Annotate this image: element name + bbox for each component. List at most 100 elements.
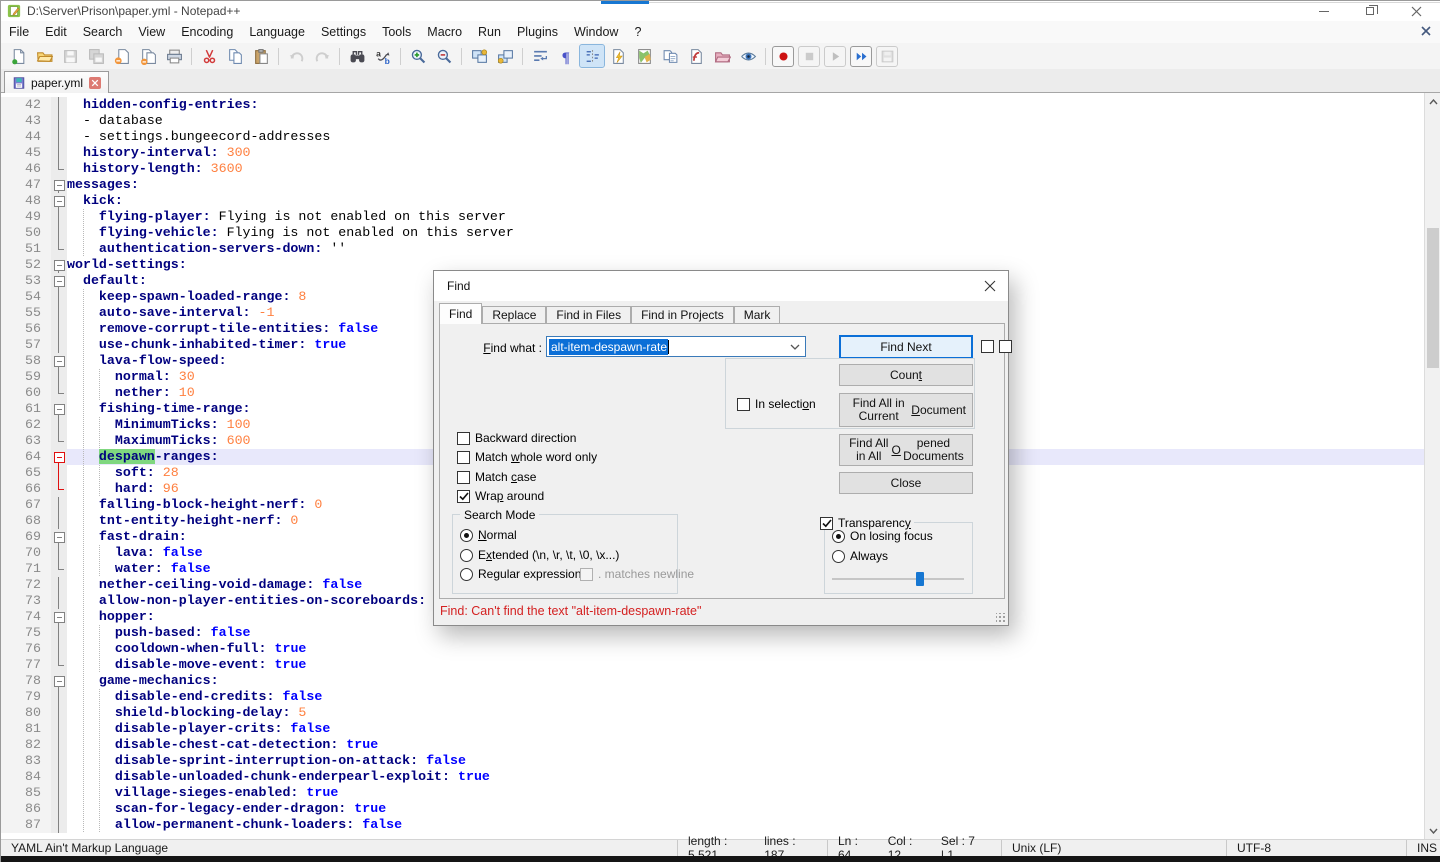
find-what-combobox[interactable]: alt-item-despawn-rate — [546, 336, 806, 357]
radio-always[interactable]: Always — [832, 549, 888, 563]
fold-toggle-icon[interactable] — [51, 257, 67, 273]
menu-item-search[interactable]: Search — [75, 21, 131, 43]
find-next-button[interactable]: Find Next — [839, 335, 973, 359]
folder-as-workspace-icon[interactable] — [710, 45, 734, 67]
menu-item-language[interactable]: Language — [241, 21, 313, 43]
code-line-86[interactable]: 86 scan-for-legacy-ender-dragon: true — [1, 801, 1424, 817]
radio-circle[interactable] — [832, 550, 845, 563]
fold-toggle-icon[interactable] — [51, 449, 67, 465]
checkbox-box[interactable] — [457, 432, 470, 445]
find-dialog-tab-find[interactable]: Find — [439, 303, 482, 324]
fold-toggle-icon[interactable] — [51, 177, 67, 193]
vertical-scrollbar[interactable] — [1424, 93, 1440, 839]
find-dialog-tab-find-in-projects[interactable]: Find in Projects — [631, 306, 734, 324]
monitoring-icon[interactable] — [736, 45, 760, 67]
close-document-x-button[interactable] — [1417, 22, 1435, 40]
scroll-down-arrow[interactable] — [1425, 822, 1440, 839]
checkbox-box[interactable] — [457, 471, 470, 484]
checkbox-wrap-around[interactable]: Wrap around — [457, 489, 544, 503]
checkbox-box[interactable] — [580, 568, 593, 581]
checkbox-box[interactable] — [820, 517, 833, 530]
code-line-75[interactable]: 75 push-based: false — [1, 625, 1424, 641]
word-wrap-icon[interactable] — [528, 45, 552, 67]
checkbox-box[interactable] — [457, 451, 470, 464]
code-line-46[interactable]: 46 history-length: 3600 — [1, 161, 1424, 177]
menu-item-file[interactable]: File — [1, 21, 37, 43]
zoom-in-icon[interactable] — [406, 45, 430, 67]
menu-item-encoding[interactable]: Encoding — [173, 21, 241, 43]
indent-guide-icon[interactable] — [580, 45, 604, 67]
macro-run-multiple-icon[interactable] — [851, 47, 871, 66]
menu-item-tools[interactable]: Tools — [374, 21, 419, 43]
close-button[interactable] — [1399, 1, 1433, 21]
fold-toggle-icon[interactable] — [51, 401, 67, 417]
print-icon[interactable] — [162, 45, 186, 67]
code-line-45[interactable]: 45 history-interval: 300 — [1, 145, 1424, 161]
code-line-51[interactable]: 51 authentication-servers-down: '' — [1, 241, 1424, 257]
menu-item-view[interactable]: View — [130, 21, 173, 43]
code-line-47[interactable]: 47messages: — [1, 177, 1424, 193]
open-file-icon[interactable] — [32, 45, 56, 67]
menu-item-plugins[interactable]: Plugins — [509, 21, 566, 43]
radio-circle[interactable] — [460, 529, 473, 542]
in-selection-checkbox[interactable]: In selection — [737, 397, 816, 411]
count-button[interactable]: Count — [839, 364, 973, 386]
define-language-icon[interactable] — [606, 45, 630, 67]
checkbox-backward-direction[interactable]: Backward direction — [457, 431, 576, 445]
fold-toggle-icon[interactable] — [51, 609, 67, 625]
tab-close-icon[interactable] — [89, 77, 101, 89]
menu-item-help[interactable]: ? — [626, 21, 649, 43]
fold-toggle-icon[interactable] — [51, 273, 67, 289]
chevron-down-icon[interactable] — [790, 344, 800, 350]
find-icon[interactable] — [345, 45, 369, 67]
menu-item-settings[interactable]: Settings — [313, 21, 374, 43]
code-line-87[interactable]: 87 allow-permanent-chunk-loaders: false — [1, 817, 1424, 833]
paste-icon[interactable] — [249, 45, 273, 67]
radio-circle[interactable] — [460, 568, 473, 581]
code-line-76[interactable]: 76 cooldown-when-full: true — [1, 641, 1424, 657]
find-dialog-title-bar[interactable]: Find — [434, 271, 1008, 301]
code-line-80[interactable]: 80 shield-blocking-delay: 5 — [1, 705, 1424, 721]
menu-item-run[interactable]: Run — [470, 21, 509, 43]
close-all-icon[interactable] — [136, 45, 160, 67]
copy-icon[interactable] — [223, 45, 247, 67]
code-line-79[interactable]: 79 disable-end-credits: false — [1, 689, 1424, 705]
replace-icon[interactable]: ab — [371, 45, 395, 67]
close-find-button[interactable]: Close — [839, 472, 973, 494]
code-line-78[interactable]: 78 game-mechanics: — [1, 673, 1424, 689]
cut-icon[interactable] — [197, 45, 221, 67]
radio-extended[interactable]: Extended (\n, \r, \t, \0, \x...) — [460, 548, 619, 562]
checkbox-box[interactable] — [737, 398, 750, 411]
find-all-current-button[interactable]: Find All in Current Document — [839, 393, 973, 427]
document-list-icon[interactable] — [658, 45, 682, 67]
find-dialog-tab-mark[interactable]: Mark — [734, 306, 781, 324]
scroll-up-arrow[interactable] — [1425, 93, 1440, 110]
new-file-icon[interactable] — [6, 45, 30, 67]
document-map-icon[interactable] — [632, 45, 656, 67]
radio-circle[interactable] — [832, 530, 845, 543]
code-line-43[interactable]: 43 - database — [1, 113, 1424, 129]
code-line-83[interactable]: 83 disable-sprint-interruption-on-attack… — [1, 753, 1424, 769]
checkbox-box[interactable] — [999, 340, 1012, 353]
code-line-82[interactable]: 82 disable-chest-cat-detection: true — [1, 737, 1424, 753]
checkbox-match-case[interactable]: Match case — [457, 470, 536, 484]
checkbox-box[interactable] — [457, 490, 470, 503]
resize-grip[interactable] — [996, 613, 1006, 623]
radio-on-losing-focus[interactable]: On losing focus — [832, 529, 933, 543]
fold-toggle-icon[interactable] — [51, 193, 67, 209]
menu-item-window[interactable]: Window — [566, 21, 626, 43]
find-dialog-tab-replace[interactable]: Replace — [482, 306, 546, 324]
menu-item-macro[interactable]: Macro — [419, 21, 470, 43]
find-all-opened-button[interactable]: Find All in All Opened Documents — [839, 434, 973, 466]
find-dialog-tab-find-in-files[interactable]: Find in Files — [546, 306, 631, 324]
sync-vertical-icon[interactable] — [467, 45, 491, 67]
code-line-49[interactable]: 49 flying-player: Flying is not enabled … — [1, 209, 1424, 225]
radio-normal[interactable]: Normal — [460, 528, 517, 542]
restore-button[interactable] — [1353, 1, 1387, 21]
function-list-icon[interactable] — [684, 45, 708, 67]
code-line-77[interactable]: 77 disable-move-event: true — [1, 657, 1424, 673]
fold-toggle-icon[interactable] — [51, 673, 67, 689]
fold-toggle-icon[interactable] — [51, 529, 67, 545]
code-line-81[interactable]: 81 disable-player-crits: false — [1, 721, 1424, 737]
menu-item-edit[interactable]: Edit — [37, 21, 75, 43]
